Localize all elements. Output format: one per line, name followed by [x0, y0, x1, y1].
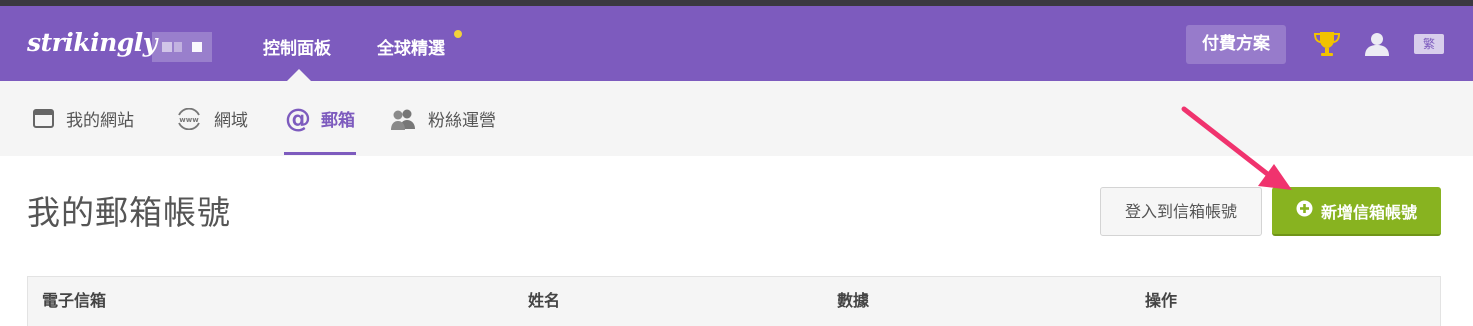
topnav-global-picks[interactable]: 全球精選 [377, 34, 445, 59]
active-tab-underline [284, 152, 356, 155]
svg-text:www: www [179, 116, 199, 124]
chip-pixel [192, 42, 202, 52]
page-title: 我的郵箱帳號 [27, 193, 231, 232]
trophy-icon[interactable] [1313, 30, 1341, 62]
subnav-fan-management[interactable]: 粉絲運營 [390, 81, 496, 156]
subnav-label: 粉絲運營 [428, 111, 496, 131]
active-nav-caret [287, 69, 311, 81]
add-button-label: 新增信箱帳號 [1320, 202, 1417, 222]
subnav-my-sites[interactable]: 我的網站 [33, 81, 134, 156]
subnav-label: 網域 [214, 111, 248, 131]
paid-plan-button[interactable]: 付費方案 [1186, 25, 1286, 64]
user-account-icon[interactable] [1364, 31, 1390, 61]
mailbox-table-header: 電子信箱 姓名 數據 操作 [27, 276, 1441, 326]
column-header-stats: 數據 [837, 291, 870, 310]
plus-circle-icon [1296, 200, 1313, 221]
www-globe-icon: www [176, 107, 202, 130]
notification-dot [454, 30, 462, 38]
at-sign-icon: @ [285, 103, 311, 134]
strikingly-logo[interactable]: strikingly [27, 28, 157, 57]
chip-pixel [162, 42, 172, 52]
browser-window-icon [33, 109, 54, 128]
subnav-label: 我的網站 [66, 111, 134, 131]
pointer-arrow-annotation [1170, 100, 1300, 199]
top-header: strikingly 控制面板 全球精選 付費方案 繁 [0, 6, 1473, 81]
site-selector-chip[interactable] [152, 32, 212, 62]
topnav-dashboard[interactable]: 控制面板 [263, 34, 331, 59]
column-header-name: 姓名 [528, 291, 561, 310]
column-header-actions: 操作 [1145, 291, 1178, 310]
chip-pixel [174, 42, 182, 52]
subnav-domains[interactable]: www 網域 [176, 81, 248, 156]
users-icon [390, 108, 416, 130]
subnav-label: 郵箱 [321, 111, 355, 131]
subnav-mailbox[interactable]: @ 郵箱 [285, 81, 355, 156]
column-header-email: 電子信箱 [42, 291, 107, 310]
language-switch[interactable]: 繁 [1414, 34, 1444, 54]
